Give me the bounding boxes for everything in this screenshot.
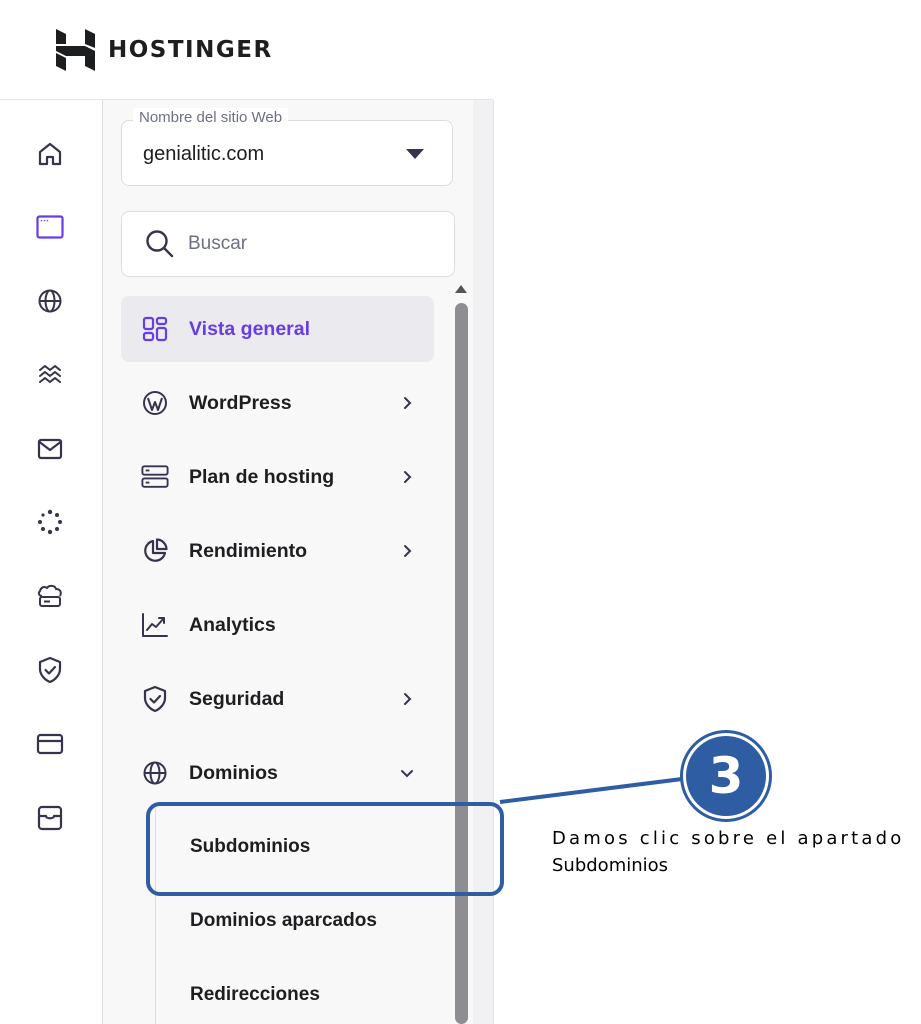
annotation-caption-line1: Damos clic sobre el apartado <box>552 828 905 849</box>
annotation-highlight-box <box>146 802 504 896</box>
annotation-step-badge: 3 <box>686 736 766 816</box>
annotation-caption-line2: Subdominios <box>552 855 669 876</box>
annotation-step-number: 3 <box>708 747 744 805</box>
